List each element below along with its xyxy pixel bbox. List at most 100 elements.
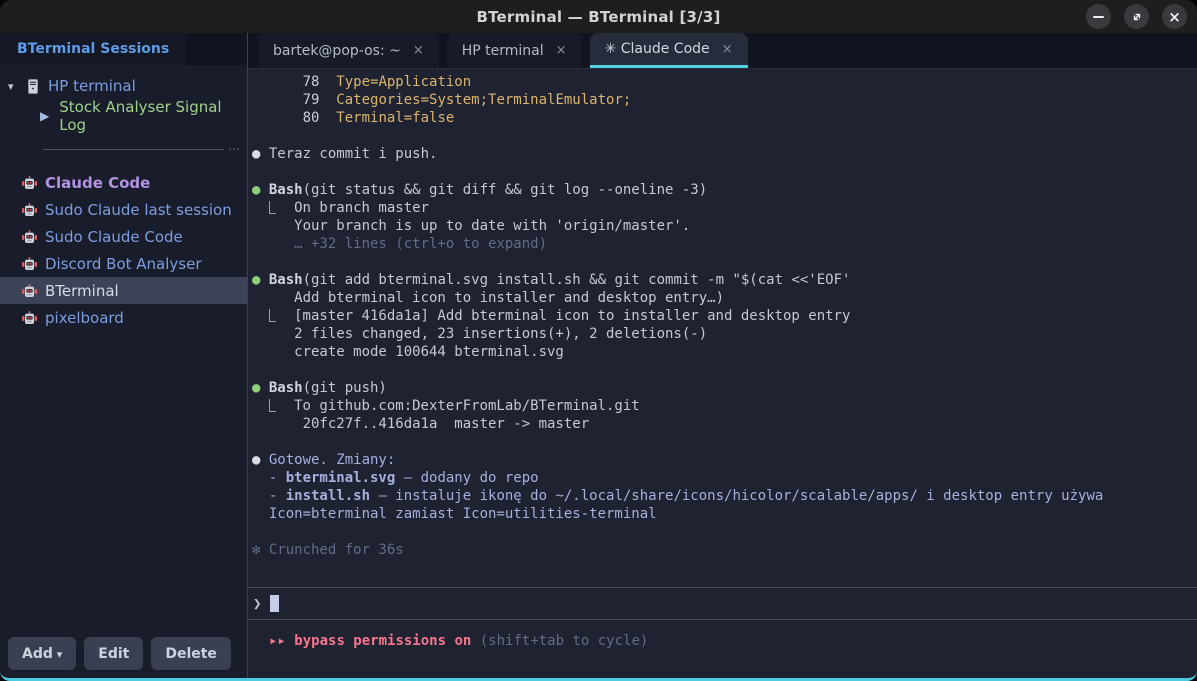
terminal-line: - install.sh — instaluje ikonę do ~/.loc… [252, 487, 1193, 505]
content-area: BTerminal Sessions ▾ HP terminal ▶ Stock… [0, 33, 1197, 678]
terminal-line [252, 361, 1193, 379]
tree-item-label: HP terminal [48, 77, 136, 95]
sessions-sidebar: BTerminal Sessions ▾ HP terminal ▶ Stock… [0, 33, 248, 678]
robot-icon [22, 230, 37, 244]
window-title: BTerminal — BTerminal [3/3] [476, 8, 720, 26]
tree-item-hp-terminal[interactable]: ▾ HP terminal [0, 71, 247, 101]
terminal-line: [master 416da1a] Add bterminal icon to i… [252, 307, 1193, 325]
title-bar[interactable]: BTerminal — BTerminal [3/3] × [0, 0, 1197, 33]
terminal-line: 80 Terminal=false [252, 109, 1193, 127]
sidebar-footer: Add ▾ Edit Delete [0, 629, 247, 678]
tab-claude-code[interactable]: ✳ Claude Code × [590, 33, 748, 68]
session-item-sudo-claude-last-session[interactable]: Sudo Claude last session [0, 196, 247, 223]
tab-label: ✳ Claude Code [605, 41, 710, 57]
tree-item-stock-analyser-log[interactable]: ▶ Stock Analyser Signal Log [0, 101, 247, 131]
terminal-line [252, 127, 1193, 145]
tab-label: HP terminal [462, 43, 544, 59]
prompt-symbol: ❯ [253, 596, 261, 612]
robot-icon [22, 311, 37, 325]
close-button[interactable]: × [1162, 4, 1187, 29]
delete-button[interactable]: Delete [151, 637, 231, 670]
session-tree: ▾ HP terminal ▶ Stock Analyser Signal Lo… [0, 65, 247, 331]
minimize-button[interactable] [1086, 4, 1111, 29]
terminal-line: 20fc27f..416da1a master -> master [252, 415, 1193, 433]
tab-close-icon[interactable]: × [722, 42, 733, 57]
app-window: BTerminal — BTerminal [3/3] × BTerminal … [0, 0, 1197, 681]
close-icon: × [1168, 8, 1181, 26]
result-corner-icon [269, 201, 276, 214]
computer-icon [28, 79, 38, 94]
tab-close-icon[interactable]: × [556, 43, 567, 58]
terminal-line [252, 433, 1193, 451]
tab-label: bartek@pop-os: ~ [273, 43, 401, 59]
button-label: Edit [98, 646, 129, 662]
session-list: Claude Code Sudo Claude last session Sudo … [0, 169, 247, 331]
button-label: Delete [165, 646, 217, 662]
terminal-output: 78 Type=Application 79 Categories=System… [248, 69, 1197, 587]
maximize-icon [1131, 11, 1143, 23]
maximize-button[interactable] [1124, 4, 1149, 29]
terminal-line: create mode 100644 bterminal.svg [252, 343, 1193, 361]
terminal-line: To github.com:DexterFromLab/BTerminal.gi… [252, 397, 1193, 415]
terminal-line: ● Bash(git status && git diff && git log… [252, 181, 1193, 199]
terminal-line: ● Bash(git add bterminal.svg install.sh … [252, 271, 1193, 289]
terminal-line: ● Gotowe. Zmiany: [252, 451, 1193, 469]
terminal-line [252, 523, 1193, 541]
session-label: Sudo Claude last session [45, 201, 232, 219]
robot-icon [22, 203, 37, 217]
tab-bartek-pop-os[interactable]: bartek@pop-os: ~ × [258, 33, 439, 68]
session-label: pixelboard [45, 309, 124, 327]
chevron-down-icon[interactable]: ▾ [8, 80, 22, 93]
minimize-icon [1093, 16, 1104, 18]
terminal-line: ● Teraz commit i push. [252, 145, 1193, 163]
session-item-discord-bot-analyser[interactable]: Discord Bot Analyser [0, 250, 247, 277]
terminal-line [252, 163, 1193, 181]
terminal-line: Icon=bterminal zamiast Icon=utilities-te… [252, 505, 1193, 523]
session-label: Claude Code [45, 174, 150, 192]
sidebar-header: BTerminal Sessions [0, 33, 247, 65]
terminal-line: - bterminal.svg — dodany do repo [252, 469, 1193, 487]
terminal-line: 79 Categories=System;TerminalEmulator; [252, 91, 1193, 109]
bypass-arrows-icon: ▸▸ [269, 633, 286, 649]
robot-icon [22, 284, 37, 298]
text-cursor [270, 595, 279, 612]
tab-bar: bartek@pop-os: ~×HP terminal×✳ Claude Co… [248, 33, 1197, 69]
session-item-pixelboard[interactable]: pixelboard [0, 304, 247, 331]
terminal-line: 78 Type=Application [252, 73, 1193, 91]
button-label: Add [22, 646, 53, 662]
session-label: Sudo Claude Code [45, 228, 183, 246]
main-area: bartek@pop-os: ~×HP terminal×✳ Claude Co… [248, 33, 1197, 678]
terminal: 78 Type=Application 79 Categories=System… [248, 69, 1197, 678]
result-corner-icon [269, 399, 276, 412]
session-item-sudo-claude-code[interactable]: Sudo Claude Code [0, 223, 247, 250]
add-button[interactable]: Add ▾ [8, 637, 76, 670]
edit-button[interactable]: Edit [84, 637, 143, 670]
robot-icon [22, 257, 37, 271]
cycle-hint: (shift+tab to cycle) [480, 633, 649, 649]
prompt-input[interactable]: ❯ [248, 587, 1197, 620]
terminal-line: ● Bash(git push) [252, 379, 1193, 397]
session-item-claude-code[interactable]: Claude Code [0, 169, 247, 196]
tab-close-icon[interactable]: × [413, 43, 424, 58]
caret-down-icon: ▾ [53, 648, 62, 661]
terminal-line: 2 files changed, 23 insertions(+), 2 del… [252, 325, 1193, 343]
tree-divider: … [43, 139, 243, 159]
terminal-line: ✻ Crunched for 36s [252, 541, 1193, 559]
bypass-mode-label: bypass permissions on [294, 633, 479, 649]
terminal-line [252, 253, 1193, 271]
session-item-bterminal[interactable]: BTerminal [0, 277, 247, 304]
status-line: ▸▸ bypass permissions on (shift+tab to c… [248, 620, 1197, 678]
tree-more-button[interactable]: … [224, 139, 243, 159]
session-label: Discord Bot Analyser [45, 255, 201, 273]
robot-icon [22, 176, 37, 190]
terminal-line: Add bterminal icon to installer and desk… [252, 289, 1193, 307]
tab-hp-terminal[interactable]: HP terminal × [447, 33, 582, 68]
tree-item-label: Stock Analyser Signal Log [59, 98, 247, 134]
sessions-header-tab[interactable]: BTerminal Sessions [0, 33, 186, 65]
terminal-line: Your branch is up to date with 'origin/m… [252, 217, 1193, 235]
play-icon: ▶ [40, 109, 49, 123]
terminal-line: On branch master [252, 199, 1193, 217]
result-corner-icon [269, 309, 276, 322]
window-controls: × [1086, 4, 1187, 29]
terminal-line: … +32 lines (ctrl+o to expand) [252, 235, 1193, 253]
